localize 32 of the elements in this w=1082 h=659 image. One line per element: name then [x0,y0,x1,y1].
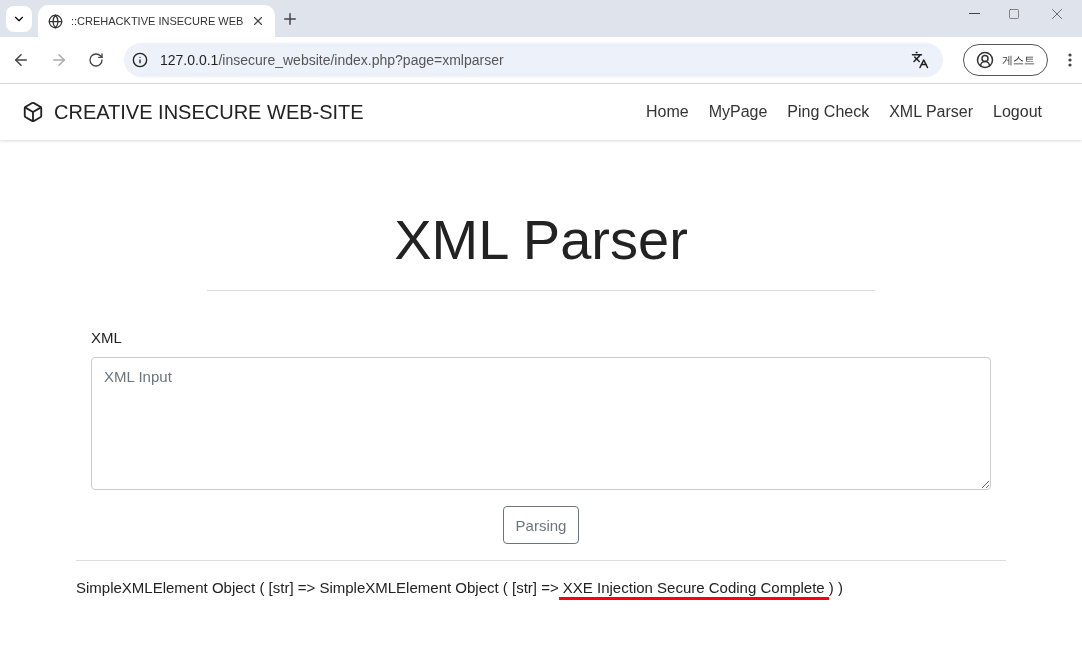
page-title: XML Parser [207,207,875,291]
menu-button[interactable] [1068,53,1072,67]
minimize-icon [969,12,980,15]
tab-list-button[interactable] [6,6,32,32]
cube-icon [22,101,44,123]
result-text: SimpleXMLElement Object ( [str] => SimpleXMLElement Object ( [str] => XXE Injection Secure Coding Complete ) ) [76,579,844,596]
url-text: 127.0.0.1/insecure_website/index.php?page=xmlparser [160,52,505,68]
forward-arrow-icon [50,51,68,69]
field-label: XML [91,329,123,346]
person-icon [976,51,994,69]
nav-link[interactable]: Home [645,103,689,121]
translate-icon[interactable] [911,51,929,69]
nav-link[interactable]: Logout [993,103,1042,121]
back-button[interactable] [12,51,30,69]
menu-icon [1068,53,1072,67]
profile-button[interactable]: 게스트 [963,44,1048,76]
reload-button[interactable] [88,52,104,68]
maximize-button[interactable] [1008,7,1020,20]
tab-title: ::CREHACKTIVE INSECURE WEB [71,15,244,27]
globe-icon [48,13,63,29]
site-brand[interactable]: CREATIVE INSECURE WEB-SITE [22,100,364,124]
info-icon [132,52,148,68]
minimize-button[interactable] [969,12,980,15]
address-bar[interactable]: 127.0.0.1/insecure_website/index.php?page=xmlparser [124,43,943,77]
nav-link[interactable]: XML Parser [889,103,974,121]
maximize-icon [1008,7,1020,20]
nav-link[interactable]: MyPage [708,103,768,121]
browser-tab[interactable]: ::CREHACKTIVE INSECURE WEB [38,5,276,37]
xml-input-field[interactable]: XML Input [91,357,991,490]
reload-icon [88,52,104,68]
nav-link[interactable]: Ping Check [787,103,870,121]
parsing-button[interactable]: Parsing [502,506,580,544]
